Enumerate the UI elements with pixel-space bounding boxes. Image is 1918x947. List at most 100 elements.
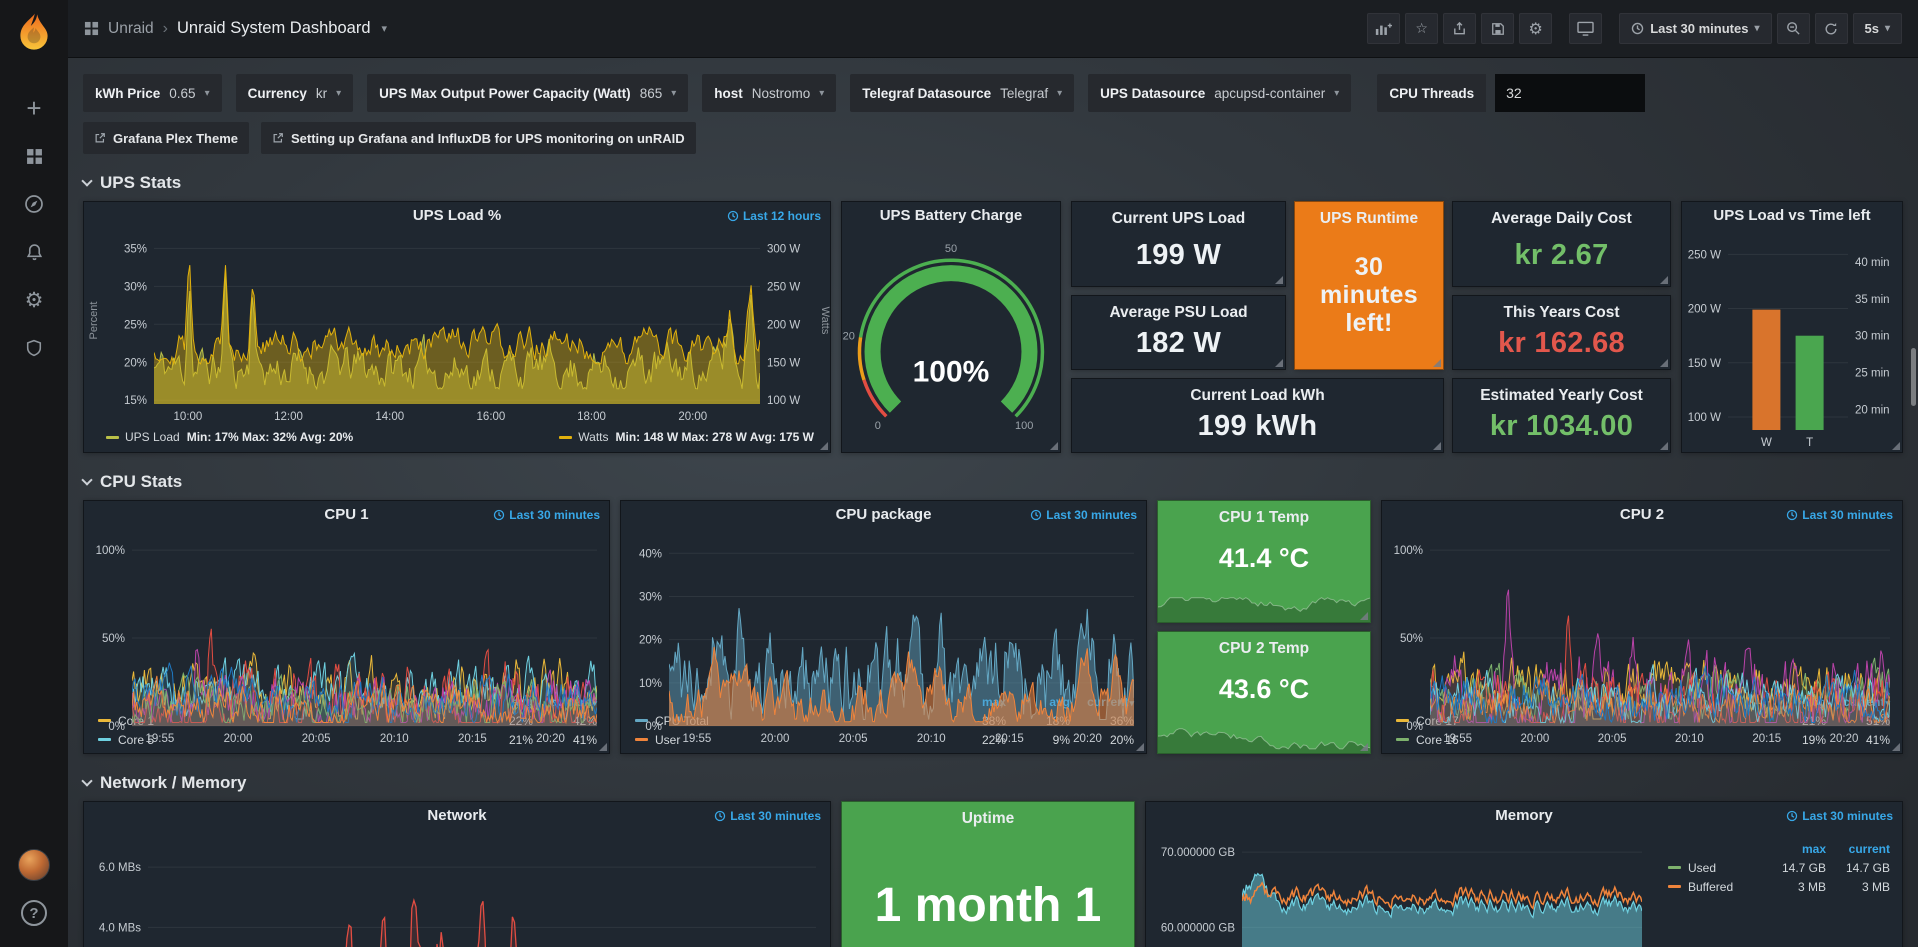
- ups-load-chart[interactable]: 15%20%25%30%35%100 W150 W200 W250 W300 W…: [84, 229, 830, 428]
- breadcrumb-page-title[interactable]: Unraid System Dashboard: [177, 19, 371, 38]
- legend-sort-current[interactable]: current: [1826, 842, 1890, 856]
- panel-title[interactable]: Estimated Yearly Cost: [1480, 387, 1643, 405]
- panel-resize-handle[interactable]: [1660, 359, 1668, 367]
- panel-title[interactable]: CPU 2: [1620, 506, 1664, 523]
- cpu-row: CPU 1 Last 30 minutes 0%50%100%19:5520:0…: [83, 500, 1903, 754]
- svg-text:100%: 100%: [1394, 545, 1423, 557]
- svg-text:20:20: 20:20: [1073, 733, 1102, 745]
- panel-title[interactable]: CPU 1: [324, 506, 368, 523]
- panel-resize-handle[interactable]: [1275, 276, 1283, 284]
- panel-resize-handle[interactable]: [1050, 442, 1058, 450]
- panel-title[interactable]: This Years Cost: [1503, 304, 1619, 322]
- variable-ups-max-output-power-capacity-watt[interactable]: UPS Max Output Power Capacity (Watt)865▾: [367, 74, 688, 112]
- panel-title[interactable]: CPU 2 Temp: [1158, 640, 1370, 658]
- legend-sort-max[interactable]: max: [1762, 842, 1826, 856]
- time-range-picker[interactable]: Last 30 minutes ▾: [1619, 13, 1771, 44]
- dashboard-link[interactable]: Grafana Plex Theme: [83, 122, 249, 154]
- panel-resize-handle[interactable]: [1433, 359, 1441, 367]
- panel-title[interactable]: Current UPS Load: [1112, 210, 1245, 228]
- panel-resize-handle[interactable]: [820, 442, 828, 450]
- svg-text:20:05: 20:05: [302, 733, 331, 745]
- panel-resize-handle[interactable]: [1892, 442, 1900, 450]
- panel-title[interactable]: Average Daily Cost: [1491, 210, 1632, 228]
- refresh-interval-picker[interactable]: 5s ▾: [1853, 13, 1903, 44]
- ups-load-vs-time-chart[interactable]: 100 W150 W200 W250 W20 min25 min30 min35…: [1682, 229, 1902, 452]
- dashboard-link[interactable]: Setting up Grafana and InfluxDB for UPS …: [261, 122, 696, 154]
- cycle-view-button[interactable]: [1569, 13, 1602, 44]
- page-scrollbar[interactable]: [1911, 348, 1916, 406]
- legend-item[interactable]: WattsMin: 148 W Max: 278 W Avg: 175 W: [559, 430, 814, 444]
- panel-title[interactable]: Average PSU Load: [1109, 304, 1247, 322]
- breadcrumb-root[interactable]: Unraid: [108, 20, 154, 38]
- svg-text:20:00: 20:00: [678, 411, 707, 423]
- zoom-out-button[interactable]: [1777, 13, 1810, 44]
- section-cpu-stats[interactable]: CPU Stats: [83, 470, 1903, 494]
- panel-resize-handle[interactable]: [1660, 442, 1668, 450]
- grid-icon: [84, 21, 99, 36]
- svg-text:50%: 50%: [102, 633, 125, 645]
- panel-resize-handle[interactable]: [1136, 743, 1144, 751]
- panel-title[interactable]: Network: [427, 807, 486, 824]
- panel-resize-handle[interactable]: [1275, 359, 1283, 367]
- refresh-button[interactable]: [1815, 13, 1848, 44]
- section-ups-stats[interactable]: UPS Stats: [83, 171, 1903, 195]
- user-avatar[interactable]: [10, 841, 58, 889]
- create-icon[interactable]: +: [10, 84, 58, 132]
- chevron-down-icon[interactable]: ▾: [382, 22, 388, 35]
- save-button[interactable]: [1481, 13, 1514, 44]
- variable-kwh-price[interactable]: kWh Price0.65▾: [83, 74, 222, 112]
- star-button[interactable]: ☆: [1405, 13, 1438, 44]
- legend-item[interactable]: Buffered3 MB3 MB: [1668, 877, 1890, 896]
- variable-value: Telegraf: [1000, 86, 1048, 101]
- panel-title[interactable]: CPU 1 Temp: [1158, 509, 1370, 527]
- stat-value: 30 minutes left!: [1295, 228, 1443, 369]
- help-icon[interactable]: ?: [10, 889, 58, 937]
- alerting-bell-icon[interactable]: [10, 228, 58, 276]
- panel-resize-handle[interactable]: [1892, 743, 1900, 751]
- svg-text:10%: 10%: [639, 678, 662, 690]
- svg-text:250 W: 250 W: [767, 281, 800, 293]
- cpu2-chart[interactable]: 0%50%100%19:5520:0020:0520:1020:1520:20: [1382, 528, 1902, 691]
- panel-title[interactable]: Current Load kWh: [1190, 387, 1324, 405]
- dashboard-grid-icon[interactable]: [84, 21, 99, 36]
- panel-time-override: Last 30 minutes: [493, 508, 600, 522]
- panel-title[interactable]: UPS Load %: [413, 207, 501, 224]
- cpu1-chart[interactable]: 0%50%100%19:5520:0020:0520:1020:1520:20: [84, 528, 609, 691]
- battery-gauge[interactable]: 02050100100%: [842, 229, 1060, 452]
- panel-resize-handle[interactable]: [1433, 442, 1441, 450]
- chevron-down-icon: ▾: [205, 88, 210, 99]
- section-network-memory[interactable]: Network / Memory: [83, 771, 1903, 795]
- server-admin-shield-icon[interactable]: [10, 324, 58, 372]
- panel-resize-handle[interactable]: [1660, 276, 1668, 284]
- panel-title[interactable]: Memory: [1495, 807, 1553, 824]
- panel-resize-handle[interactable]: [1360, 612, 1368, 620]
- dashboards-icon[interactable]: [10, 132, 58, 180]
- dashboard-settings-button[interactable]: ⚙: [1519, 13, 1552, 44]
- variable-ups-datasource[interactable]: UPS Datasourceapcupsd-container▾: [1088, 74, 1351, 112]
- question-mark-icon: ?: [21, 900, 47, 926]
- share-button[interactable]: [1443, 13, 1476, 44]
- ups-stat-grid: Current UPS Load 199 W UPS Runtime 30 mi…: [1071, 201, 1671, 453]
- memory-chart[interactable]: 50.000000 GB60.000000 GB70.000000 GB: [1146, 829, 1654, 947]
- panel-title[interactable]: Uptime: [842, 810, 1134, 828]
- network-chart[interactable]: 2.0 MBs4.0 MBs6.0 MBs: [84, 829, 830, 947]
- grafana-logo[interactable]: [12, 10, 56, 54]
- legend-item[interactable]: Used14.7 GB14.7 GB: [1668, 858, 1890, 877]
- variable-currency[interactable]: Currencykr▾: [236, 74, 354, 112]
- add-panel-button[interactable]: [1367, 13, 1400, 44]
- configuration-gear-icon[interactable]: ⚙: [10, 276, 58, 324]
- panel-resize-handle[interactable]: [1360, 743, 1368, 751]
- svg-text:20%: 20%: [639, 635, 662, 647]
- legend-item[interactable]: UPS LoadMin: 17% Max: 32% Avg: 20%: [106, 430, 353, 444]
- panel-title[interactable]: UPS Battery Charge: [880, 207, 1023, 224]
- panel-title[interactable]: UPS Runtime: [1320, 210, 1418, 228]
- variable-input-cpu-threads[interactable]: [1495, 74, 1645, 112]
- panel-title[interactable]: CPU package: [836, 506, 932, 523]
- panel-title[interactable]: UPS Load vs Time left: [1713, 207, 1870, 224]
- panel-resize-handle[interactable]: [599, 743, 607, 751]
- variable-cpu-threads[interactable]: CPU Threads: [1365, 74, 1645, 112]
- explore-icon[interactable]: [10, 180, 58, 228]
- variable-host[interactable]: hostNostromo▾: [702, 74, 836, 112]
- variable-telegraf-datasource[interactable]: Telegraf DatasourceTelegraf▾: [850, 74, 1074, 112]
- cpu-package-chart[interactable]: 0%10%20%30%40%19:5520:0020:0520:1020:152…: [621, 528, 1146, 691]
